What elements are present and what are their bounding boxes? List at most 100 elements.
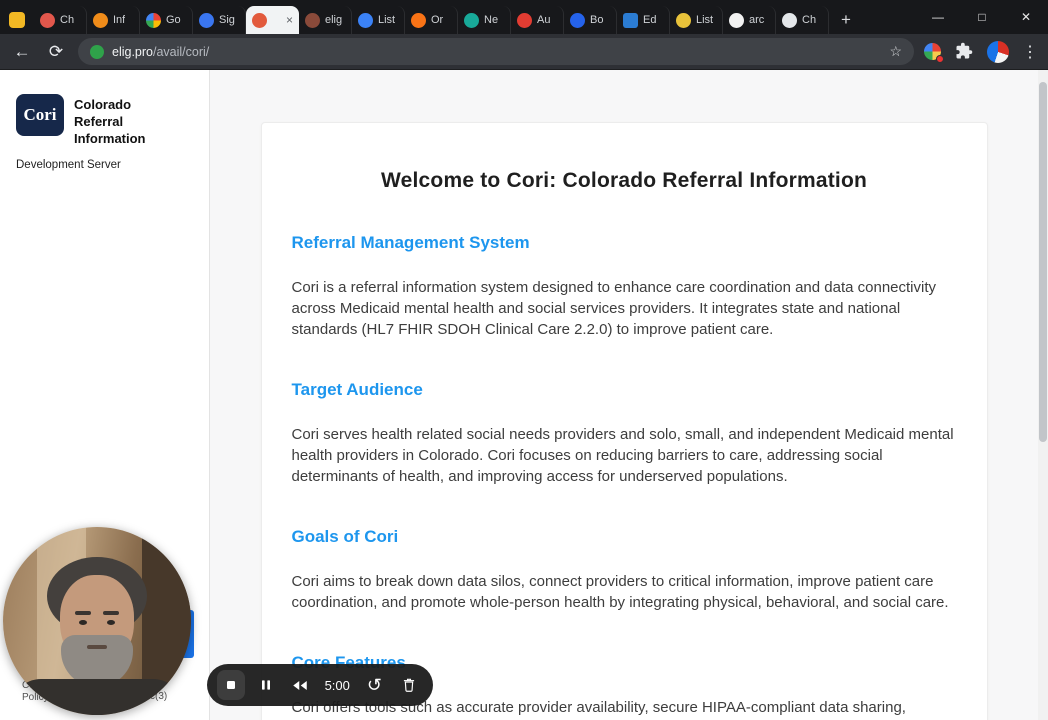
browser-tab[interactable]: Or	[405, 6, 458, 34]
dev-server-label: Development Server	[16, 159, 121, 171]
new-tab-button[interactable]: +	[833, 6, 859, 32]
section-body: Cori serves health related social needs …	[291, 426, 954, 485]
address-bar[interactable]: elig.pro/avail/cori/ ☆	[78, 38, 914, 65]
org-name: Colorado Referral Information	[74, 94, 146, 147]
browser-tab[interactable]: Ne	[458, 6, 511, 34]
tab-favicon	[305, 12, 320, 28]
extension-pinwheel-icon[interactable]	[924, 43, 944, 63]
webcam-person	[11, 679, 183, 715]
url-path: /avail/cori/	[153, 44, 210, 59]
webcam-person	[107, 620, 115, 625]
url-host: elig.pro	[112, 44, 153, 59]
restart-icon[interactable]: ↺	[360, 670, 388, 700]
recording-time-label: 5:00	[324, 677, 350, 693]
tab-label: Or	[431, 14, 444, 26]
browser-tab[interactable]: Inf	[87, 6, 140, 34]
logo-row: Cori Colorado Referral Information	[16, 94, 193, 147]
browser-tab[interactable]: Au	[511, 6, 564, 34]
url-text: elig.pro/avail/cori/	[112, 45, 881, 59]
tab-favicon	[93, 12, 108, 28]
tab-close-icon[interactable]: ×	[286, 14, 293, 26]
browser-menu-icon[interactable]: ⋮	[1022, 42, 1038, 62]
browser-toolbar: ← ⟳ elig.pro/avail/cori/ ☆ ⋮	[0, 34, 1048, 70]
scrollbar-thumb[interactable]	[1039, 82, 1047, 442]
tab-label: List	[696, 14, 714, 26]
tab-label: Sig	[219, 14, 235, 26]
browser-tab[interactable]: Ch	[776, 6, 829, 34]
minimize-button[interactable]: —	[916, 0, 960, 34]
browser-tab[interactable]: Ed	[617, 6, 670, 34]
tab-favicon	[464, 12, 479, 28]
maximize-button[interactable]: □	[960, 0, 1004, 34]
tab-favicon	[252, 12, 267, 28]
pause-button[interactable]	[251, 670, 279, 700]
browser-tab[interactable]: Sig	[193, 6, 246, 34]
webcam-person	[75, 611, 91, 615]
extensions-puzzle-icon[interactable]	[954, 42, 974, 62]
page-title: Welcome to Cori: Colorado Referral Infor…	[380, 169, 868, 192]
back-button[interactable]: ←	[10, 40, 34, 64]
tab-favicon	[676, 12, 691, 28]
tab-label: arc	[749, 14, 765, 26]
tab-label: Ne	[484, 14, 499, 26]
tab-favicon	[358, 12, 373, 28]
close-button[interactable]: ✕	[1004, 0, 1048, 34]
tab-label: Go	[166, 14, 181, 26]
tab-label: Au	[537, 14, 551, 26]
tab-favicon	[570, 12, 585, 28]
rewind-icon[interactable]	[286, 670, 314, 700]
browser-tab[interactable]: List	[352, 6, 405, 34]
stop-button[interactable]	[217, 670, 246, 700]
tab-label: elig	[325, 14, 343, 26]
main-content: Welcome to Cori: Colorado Referral Infor…	[210, 70, 1038, 720]
tab-label: Ch	[60, 14, 75, 26]
webcam-person	[103, 611, 119, 615]
section-body: Cori aims to break down data silos, conn…	[291, 573, 949, 611]
webcam-video-overlay[interactable]	[3, 527, 191, 715]
browser-tab[interactable]: Ch	[34, 6, 87, 34]
browser-tab[interactable]: arc	[723, 6, 776, 34]
webcam-person	[79, 620, 87, 625]
tab-label: Bo	[590, 14, 604, 26]
tab-favicon	[40, 12, 55, 28]
delete-recording-icon[interactable]	[395, 670, 423, 700]
tab-strip: Ch Inf Go Sig × elig List Or Ne Au Bo Ed…	[0, 0, 1048, 34]
window-controls: — □ ✕	[916, 0, 1048, 34]
org-line: Information	[74, 131, 146, 146]
tab-label: Inf	[113, 14, 126, 26]
section-heading: Referral Management System	[291, 233, 530, 252]
toolbar-icons: ⋮	[924, 40, 1038, 63]
recording-controls: 5:00 ↺	[207, 664, 433, 706]
org-line: Referral	[74, 114, 124, 129]
tab-favicon-google	[146, 12, 161, 28]
browser-tab[interactable]: List	[670, 6, 723, 34]
refresh-button[interactable]: ⟳	[44, 40, 68, 64]
browser-tab[interactable]: elig	[299, 6, 352, 34]
tab-favicon	[517, 12, 532, 28]
browser-tab-active[interactable]: ×	[246, 6, 299, 34]
tab-label: Ch	[802, 14, 817, 26]
extension-badge	[936, 55, 944, 63]
browser-tab[interactable]: Go	[140, 6, 193, 34]
browser-tab[interactable]: Bo	[564, 6, 617, 34]
webcam-person	[87, 645, 107, 649]
tab-favicon	[623, 12, 638, 28]
tab-label: Ed	[643, 14, 657, 26]
tab-favicon-github	[729, 12, 744, 28]
section-body: Cori is a referral information system de…	[291, 279, 937, 338]
bookmark-star-icon[interactable]: ☆	[889, 43, 902, 60]
tab-favicon	[199, 12, 214, 28]
cori-logo: Cori	[16, 94, 64, 136]
section-heading: Goals of Cori	[291, 527, 399, 546]
page-scrollbar	[1038, 70, 1048, 720]
org-line: Colorado	[74, 97, 132, 112]
tab-favicon	[782, 12, 797, 28]
pinned-tab-favicon	[9, 12, 25, 28]
tab-favicon	[411, 12, 426, 28]
section-heading: Target Audience	[291, 380, 423, 399]
site-favicon	[90, 44, 104, 59]
profile-avatar[interactable]	[987, 40, 1009, 63]
tab-label: List	[378, 14, 396, 26]
pinned-tab[interactable]	[0, 6, 34, 34]
content-card: Welcome to Cori: Colorado Referral Infor…	[260, 122, 988, 720]
